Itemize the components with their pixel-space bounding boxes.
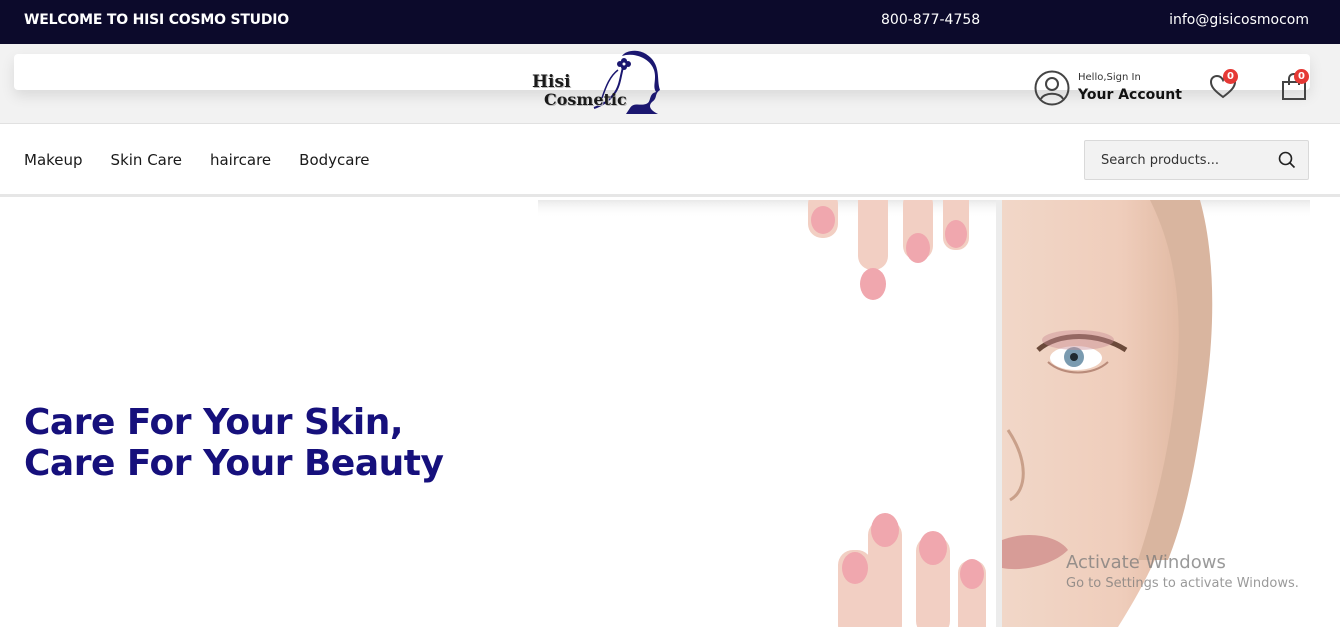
top-bar: WELCOME TO HISI COSMO STUDIO 800-877-475… <box>0 0 1340 44</box>
windows-activation-watermark: Activate Windows Go to Settings to activ… <box>1066 552 1299 591</box>
welcome-text: WELCOME TO HISI COSMO STUDIO <box>24 12 289 28</box>
wishlist-button[interactable]: 0 <box>1209 69 1243 107</box>
nav-item-haircare[interactable]: haircare <box>210 151 271 169</box>
user-circle-icon <box>1034 70 1070 106</box>
email-address[interactable]: info@gisicosmocom <box>1169 12 1309 28</box>
watermark-subtitle: Go to Settings to activate Windows. <box>1066 576 1299 591</box>
wishlist-count-badge: 0 <box>1223 69 1238 84</box>
nav-item-bodycare[interactable]: Bodycare <box>299 151 369 169</box>
account-greeting: Hello,Sign In <box>1078 72 1141 83</box>
phone-number[interactable]: 800-877-4758 <box>881 12 980 28</box>
account-link[interactable]: Hello,Sign In Your Account <box>1034 68 1184 108</box>
cart-button[interactable]: 0 <box>1280 69 1314 107</box>
site-logo[interactable]: Hisi Cosmetic <box>530 50 662 114</box>
hero-headline: Care For Your Skin, Care For Your Beauty <box>24 402 444 484</box>
category-menu: Makeup Skin Care haircare Bodycare <box>24 151 370 169</box>
main-navigation: Makeup Skin Care haircare Bodycare <box>0 124 1340 197</box>
nav-item-skin-care[interactable]: Skin Care <box>111 151 182 169</box>
cart-count-badge: 0 <box>1294 69 1309 84</box>
search-icon[interactable] <box>1278 151 1296 169</box>
logo-text-hisi: Hisi <box>532 72 571 92</box>
watermark-title: Activate Windows <box>1066 552 1226 573</box>
search-input[interactable] <box>1085 141 1275 179</box>
search-box <box>1084 140 1309 180</box>
nav-item-makeup[interactable]: Makeup <box>24 151 83 169</box>
account-label: Your Account <box>1078 87 1182 103</box>
logo-text-cosmetic: Cosmetic <box>544 90 627 109</box>
header: Hisi Cosmetic Hello,Sign In Your Account <box>0 44 1340 124</box>
